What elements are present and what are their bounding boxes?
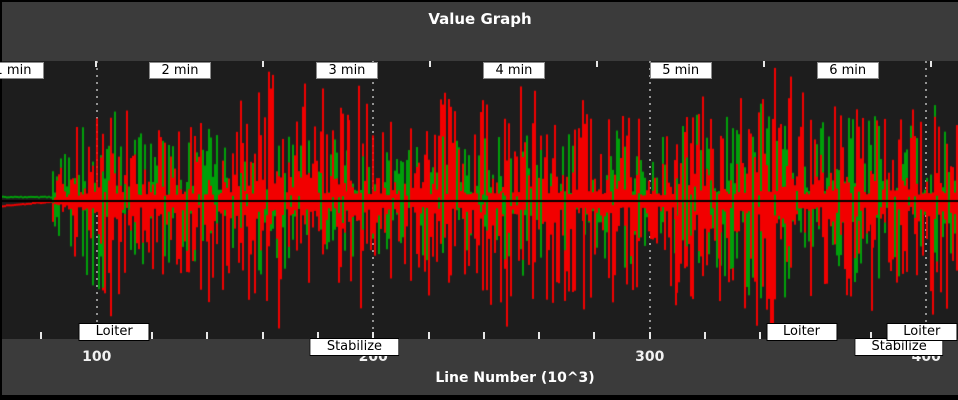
x-axis-minor-tick	[704, 332, 706, 339]
time-axis-tick	[763, 61, 765, 67]
x-axis-tick-label: 100	[82, 349, 111, 365]
time-axis-tick	[429, 61, 431, 67]
chart-header: Value Graph	[2, 2, 958, 61]
x-axis-minor-tick	[815, 332, 817, 339]
x-axis-minor-tick	[151, 332, 153, 339]
x-axis-minor-tick	[40, 332, 42, 339]
x-axis-tick-label: 200	[359, 349, 388, 365]
x-axis-minor-tick	[649, 332, 651, 339]
x-axis-minor-tick	[593, 332, 595, 339]
x-axis-minor-tick	[262, 332, 264, 339]
time-marker-label: 6 min	[817, 62, 879, 79]
value-graph-window: Value Graph 1 min 2 min 3 min 4 min 5 min 6 m…	[0, 0, 958, 400]
waveform-canvas[interactable]	[2, 61, 958, 339]
time-axis-tick	[95, 61, 97, 67]
chart-title: Value Graph	[2, 10, 958, 28]
x-axis-minor-tick	[538, 332, 540, 339]
time-marker-label: 3 min	[316, 62, 378, 79]
x-axis-minor-tick	[372, 332, 374, 339]
x-axis-tick-label: 400	[912, 349, 941, 365]
x-axis-minor-tick	[96, 332, 98, 339]
x-axis-panel: Line Number (10^3) 100 200 300 400	[2, 339, 958, 395]
time-marker-label: 4 min	[483, 62, 545, 79]
x-axis-minor-tick	[483, 332, 485, 339]
x-axis-minor-tick	[759, 332, 761, 339]
x-axis-minor-tick	[206, 332, 208, 339]
time-axis-tick	[596, 61, 598, 67]
time-marker-label: 1 min	[0, 62, 44, 79]
time-marker-label: 5 min	[650, 62, 712, 79]
x-axis-minor-tick	[870, 332, 872, 339]
x-axis-title: Line Number (10^3)	[435, 370, 594, 386]
x-axis-minor-tick	[428, 332, 430, 339]
x-axis-tick-label: 300	[635, 349, 664, 365]
plot-area: 1 min 2 min 3 min 4 min 5 min 6 min	[2, 61, 958, 339]
x-axis-minor-tick	[925, 332, 927, 339]
x-axis-minor-tick	[317, 332, 319, 339]
time-marker-label: 2 min	[149, 62, 211, 79]
time-axis-tick	[262, 61, 264, 67]
time-axis-tick	[930, 61, 932, 67]
